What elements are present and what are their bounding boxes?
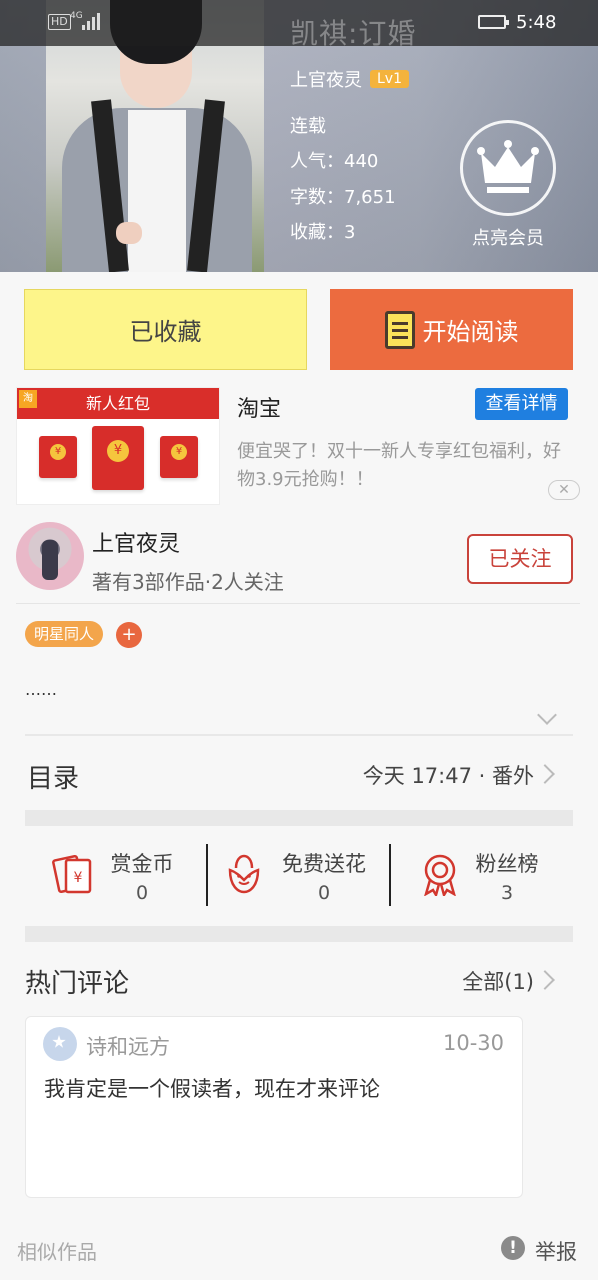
author-avatar[interactable] (16, 522, 84, 590)
flower-value: 0 (317, 882, 331, 904)
author-card-subtitle: 著有3部作品·2人关注 (92, 570, 284, 594)
hd-indicator: HD (48, 14, 71, 30)
crown-icon (477, 140, 539, 193)
red-envelope-icon: ¥ (92, 426, 144, 490)
report-icon[interactable]: ! (501, 1236, 525, 1260)
divider (16, 603, 580, 604)
commenter-avatar[interactable] (43, 1027, 77, 1061)
reward-coin-icon[interactable]: ¥ (52, 852, 96, 896)
reward-label[interactable]: 赏金币 (102, 848, 182, 878)
author-card-name[interactable]: 上官夜灵 (92, 526, 180, 558)
serial-status: 连载 (290, 116, 326, 137)
taobao-logo-icon: 淘 (19, 390, 37, 408)
section-separator (25, 810, 573, 826)
divider (389, 844, 391, 906)
author-row: 上官夜灵 Lv1 (290, 66, 409, 92)
chevron-right-icon[interactable] (535, 764, 555, 784)
all-comments-link[interactable]: 全部(1) (462, 966, 534, 996)
follow-button[interactable]: 已关注 (467, 534, 573, 584)
comment-card[interactable]: 诗和远方 10-30 我肯定是一个假读者，现在才来评论 (25, 1016, 523, 1198)
hot-comments-title: 热门评论 (25, 969, 130, 999)
divider (25, 734, 573, 736)
fans-rank-label[interactable]: 粉丝榜 (466, 848, 548, 878)
section-separator (25, 926, 573, 942)
vip-crown-button[interactable] (460, 120, 556, 216)
author-name[interactable]: 上官夜灵 (290, 66, 362, 92)
report-button[interactable]: 举报 (535, 1236, 577, 1266)
ad-image-title: 新人红包 (85, 394, 150, 413)
svg-text:¥: ¥ (74, 870, 83, 886)
ad-detail-button[interactable]: 查看详情 (475, 388, 568, 420)
fans-rank-value: 3 (500, 882, 514, 904)
vip-label[interactable]: 点亮会员 (452, 224, 564, 250)
ad-brand: 淘宝 (237, 397, 282, 422)
ad-image[interactable]: 淘 新人红包 ¥ ¥ ¥ (16, 387, 220, 505)
expand-chevron-icon[interactable] (537, 705, 557, 725)
popularity: 人气：440 (290, 151, 379, 172)
book-description: …… (25, 680, 57, 699)
latest-chapter[interactable]: 今天 17:47 · 番外 (363, 760, 534, 790)
ad-image-header: 淘 新人红包 (17, 388, 219, 419)
divider (206, 844, 208, 906)
clock: 5:48 (516, 12, 557, 33)
medal-icon[interactable] (418, 852, 462, 896)
signal-icon (82, 12, 100, 30)
favorites-count: 收藏：3 (290, 222, 356, 243)
catalog-title[interactable]: 目录 (27, 758, 79, 795)
start-reading-button[interactable]: 开始阅读 (330, 289, 573, 370)
battery-icon (478, 15, 509, 29)
genre-tag[interactable]: 明星同人 (25, 621, 104, 647)
comment-text: 我肯定是一个假读者，现在才来评论 (44, 1077, 380, 1101)
level-badge: Lv1 (370, 70, 409, 88)
favorited-button[interactable]: 已收藏 (24, 289, 307, 370)
flower-label[interactable]: 免费送花 (272, 848, 376, 878)
ad-description[interactable]: 便宜哭了！双十一新人专享红包福利，好物3.9元抢购！！ (237, 438, 567, 494)
favorited-label: 已收藏 (129, 318, 202, 346)
similar-works-title: 相似作品 (17, 1240, 97, 1264)
commenter-name[interactable]: 诗和远方 (86, 1031, 170, 1061)
network-indicator: 4G (70, 11, 83, 21)
ad-close-icon[interactable]: ✕ (548, 480, 580, 500)
reward-value: 0 (135, 882, 149, 904)
start-reading-label: 开始阅读 (422, 318, 519, 346)
red-envelope-icon: ¥ (160, 436, 198, 478)
chevron-right-icon[interactable] (535, 970, 555, 990)
word-count: 字数：7,651 (290, 187, 396, 208)
comment-date: 10-30 (442, 1031, 504, 1055)
red-envelope-icon: ¥ (39, 436, 77, 478)
book-icon (384, 310, 415, 349)
add-tag-icon[interactable]: + (116, 622, 142, 648)
flower-icon[interactable] (222, 852, 266, 896)
book-header: HD 4G 5:48 凯祺:订婚 上官夜灵 Lv1 连载 人气：440 字数：7… (0, 0, 598, 272)
book-title: 凯祺:订婚 (290, 17, 417, 50)
